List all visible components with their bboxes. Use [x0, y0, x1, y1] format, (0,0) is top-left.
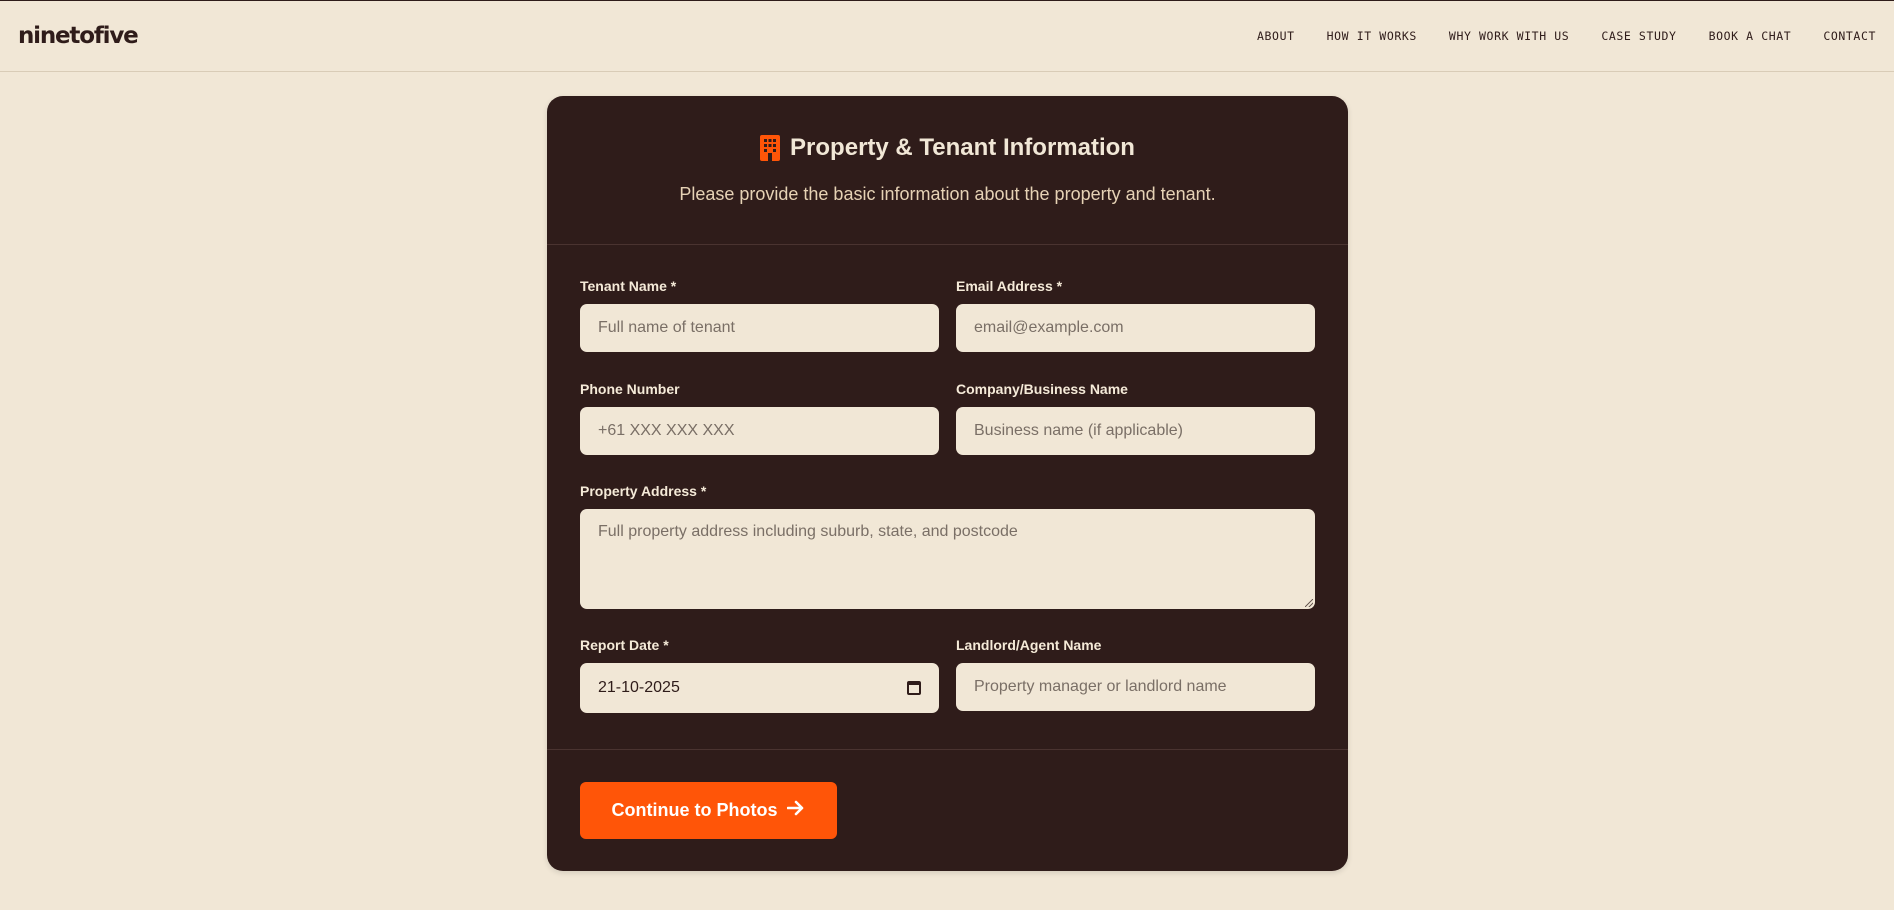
- company-label: Company/Business Name: [956, 381, 1128, 397]
- tenant-name-label: Tenant Name *: [580, 278, 677, 294]
- calendar-icon[interactable]: [907, 681, 921, 695]
- report-date-input[interactable]: 21-10-2025: [580, 663, 939, 713]
- card-subtitle: Please provide the basic information abo…: [679, 184, 1216, 204]
- company-field: Company/Business Name: [956, 381, 1315, 455]
- phone-field: Phone Number: [580, 381, 939, 455]
- phone-label: Phone Number: [580, 381, 680, 397]
- card-title-row: Property & Tenant Information: [547, 96, 1348, 162]
- main-nav: ABOUT HOW IT WORKS WHY WORK WITH US CASE…: [1225, 29, 1876, 43]
- form-actions: Continue to Photos: [547, 750, 1348, 839]
- arrow-right-icon: [787, 800, 805, 821]
- card-title: Property & Tenant Information: [790, 134, 1135, 161]
- report-date-label: Report Date *: [580, 637, 669, 653]
- nav-book-a-chat[interactable]: BOOK A CHAT: [1709, 29, 1792, 43]
- property-tenant-card: Property & Tenant Information Please pro…: [547, 96, 1348, 871]
- continue-button[interactable]: Continue to Photos: [580, 782, 837, 839]
- address-textarea-wrap: [580, 509, 1315, 609]
- email-input[interactable]: [956, 304, 1315, 352]
- phone-input[interactable]: [580, 407, 939, 455]
- email-field: Email Address *: [956, 278, 1315, 352]
- landlord-label: Landlord/Agent Name: [956, 637, 1102, 653]
- landlord-input[interactable]: [956, 663, 1315, 711]
- address-label: Property Address *: [580, 483, 707, 499]
- nav-how-it-works[interactable]: HOW IT WORKS: [1327, 29, 1417, 43]
- email-label: Email Address *: [956, 278, 1063, 294]
- nav-why-work-with-us[interactable]: WHY WORK WITH US: [1449, 29, 1569, 43]
- tenant-name-field: Tenant Name *: [580, 278, 939, 352]
- continue-button-label: Continue to Photos: [611, 800, 778, 820]
- nav-contact[interactable]: CONTACT: [1823, 29, 1876, 43]
- address-textarea[interactable]: [580, 509, 1315, 609]
- nav-about[interactable]: ABOUT: [1257, 29, 1295, 43]
- landlord-field: Landlord/Agent Name: [956, 637, 1315, 711]
- address-field: Property Address *: [580, 483, 1315, 609]
- company-input[interactable]: [956, 407, 1315, 455]
- report-date-field: Report Date * 21-10-2025: [580, 637, 939, 713]
- card-header: Property & Tenant Information Please pro…: [547, 96, 1348, 245]
- nav-case-study[interactable]: CASE STUDY: [1601, 29, 1676, 43]
- site-header: ninetofive ABOUT HOW IT WORKS WHY WORK W…: [0, 1, 1894, 72]
- tenant-name-input[interactable]: [580, 304, 939, 352]
- resize-grip-icon[interactable]: [1305, 599, 1313, 607]
- building-icon: [760, 135, 781, 161]
- logo[interactable]: ninetofive: [18, 23, 139, 49]
- property-form: Tenant Name * Email Address * Phone Numb…: [547, 245, 1348, 750]
- report-date-value: 21-10-2025: [598, 679, 680, 696]
